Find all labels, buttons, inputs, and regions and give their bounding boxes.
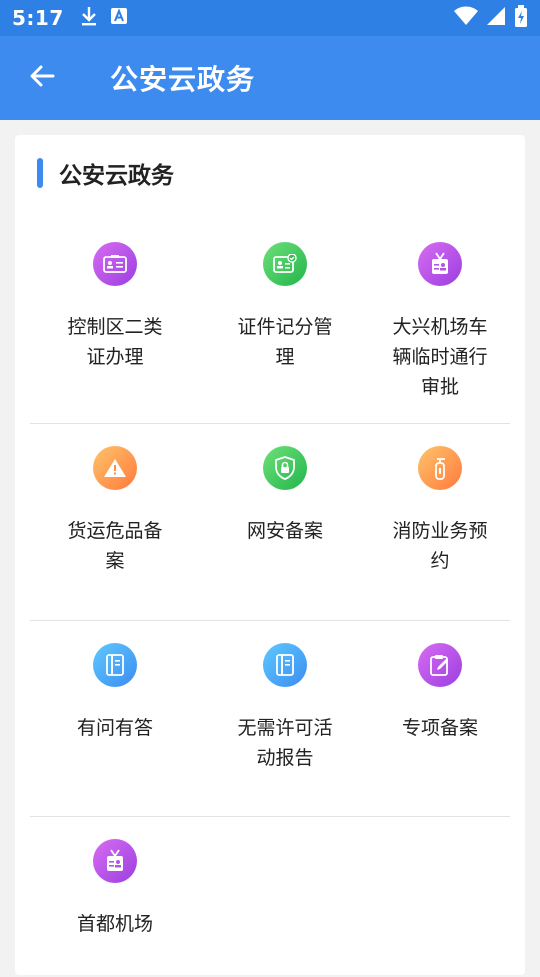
badge-icon [93, 839, 137, 883]
service-item-cargo-hazmat[interactable]: 货运危品备案 [30, 424, 200, 620]
service-label: 货运危品备案 [67, 520, 163, 572]
service-item-activity-report[interactable]: 无需许可活动报告 [200, 621, 370, 816]
wifi-icon [454, 6, 478, 30]
battery-charging-icon [514, 5, 528, 31]
edit-clipboard-icon [418, 643, 462, 687]
service-label: 证件记分管理 [237, 316, 333, 368]
service-label: 首都机场 [76, 913, 153, 935]
status-bar: 5:17 [0, 0, 540, 36]
service-item-fire-appointment[interactable]: 消防业务预约 [370, 424, 510, 620]
id-card-icon [93, 242, 137, 286]
status-time: 5:17 [12, 6, 64, 30]
service-row-3: 有问有答 无需许可活动报告 专项备案 [30, 621, 510, 817]
verified-card-icon [263, 242, 307, 286]
fire-extinguisher-icon [418, 446, 462, 490]
warning-icon [93, 446, 137, 490]
service-label: 消防业务预约 [392, 520, 488, 572]
app-bar: 公安云政务 [0, 36, 540, 120]
service-label: 专项备案 [401, 717, 478, 739]
section-title: 公安云政务 [59, 163, 174, 189]
service-row-1: 控制区二类证办理 证件记分管理 大兴机场车辆临时通行审批 [30, 220, 510, 424]
back-button[interactable] [0, 36, 84, 120]
badge-icon [418, 242, 462, 286]
service-item-license-points[interactable]: 证件记分管理 [200, 220, 370, 423]
service-label: 有问有答 [76, 717, 153, 739]
service-label: 大兴机场车辆临时通行审批 [392, 316, 488, 398]
service-item-daxing-vehicle-pass[interactable]: 大兴机场车辆临时通行审批 [370, 220, 510, 423]
signal-icon [486, 6, 506, 30]
service-item-cybersecurity-filing[interactable]: 网安备案 [200, 424, 370, 620]
service-row-2: 货运危品备案 网安备案 消防业务预约 [30, 424, 510, 621]
service-row-4: 首都机场 [30, 817, 510, 977]
section-header: 公安云政务 [37, 157, 174, 189]
service-label: 无需许可活动报告 [237, 717, 333, 769]
section-accent-bar [37, 158, 43, 188]
service-label: 控制区二类证办理 [67, 316, 163, 368]
service-item-special-filing[interactable]: 专项备案 [370, 621, 510, 816]
download-icon [80, 5, 98, 31]
accessibility-icon [110, 7, 128, 29]
service-item-capital-airport[interactable]: 首都机场 [30, 817, 200, 977]
notebook-icon [93, 643, 137, 687]
page-title: 公安云政务 [110, 63, 256, 96]
arrow-left-icon [28, 62, 56, 94]
shield-lock-icon [263, 446, 307, 490]
service-item-qa[interactable]: 有问有答 [30, 621, 200, 816]
service-label: 网安备案 [246, 520, 323, 542]
services-card: 公安云政务 控制区二类证办理 证件记分管理 大兴机场车辆临时通行审批 货运危品备… [15, 135, 525, 975]
notebook-icon [263, 643, 307, 687]
service-item-control-zone-pass[interactable]: 控制区二类证办理 [30, 220, 200, 423]
